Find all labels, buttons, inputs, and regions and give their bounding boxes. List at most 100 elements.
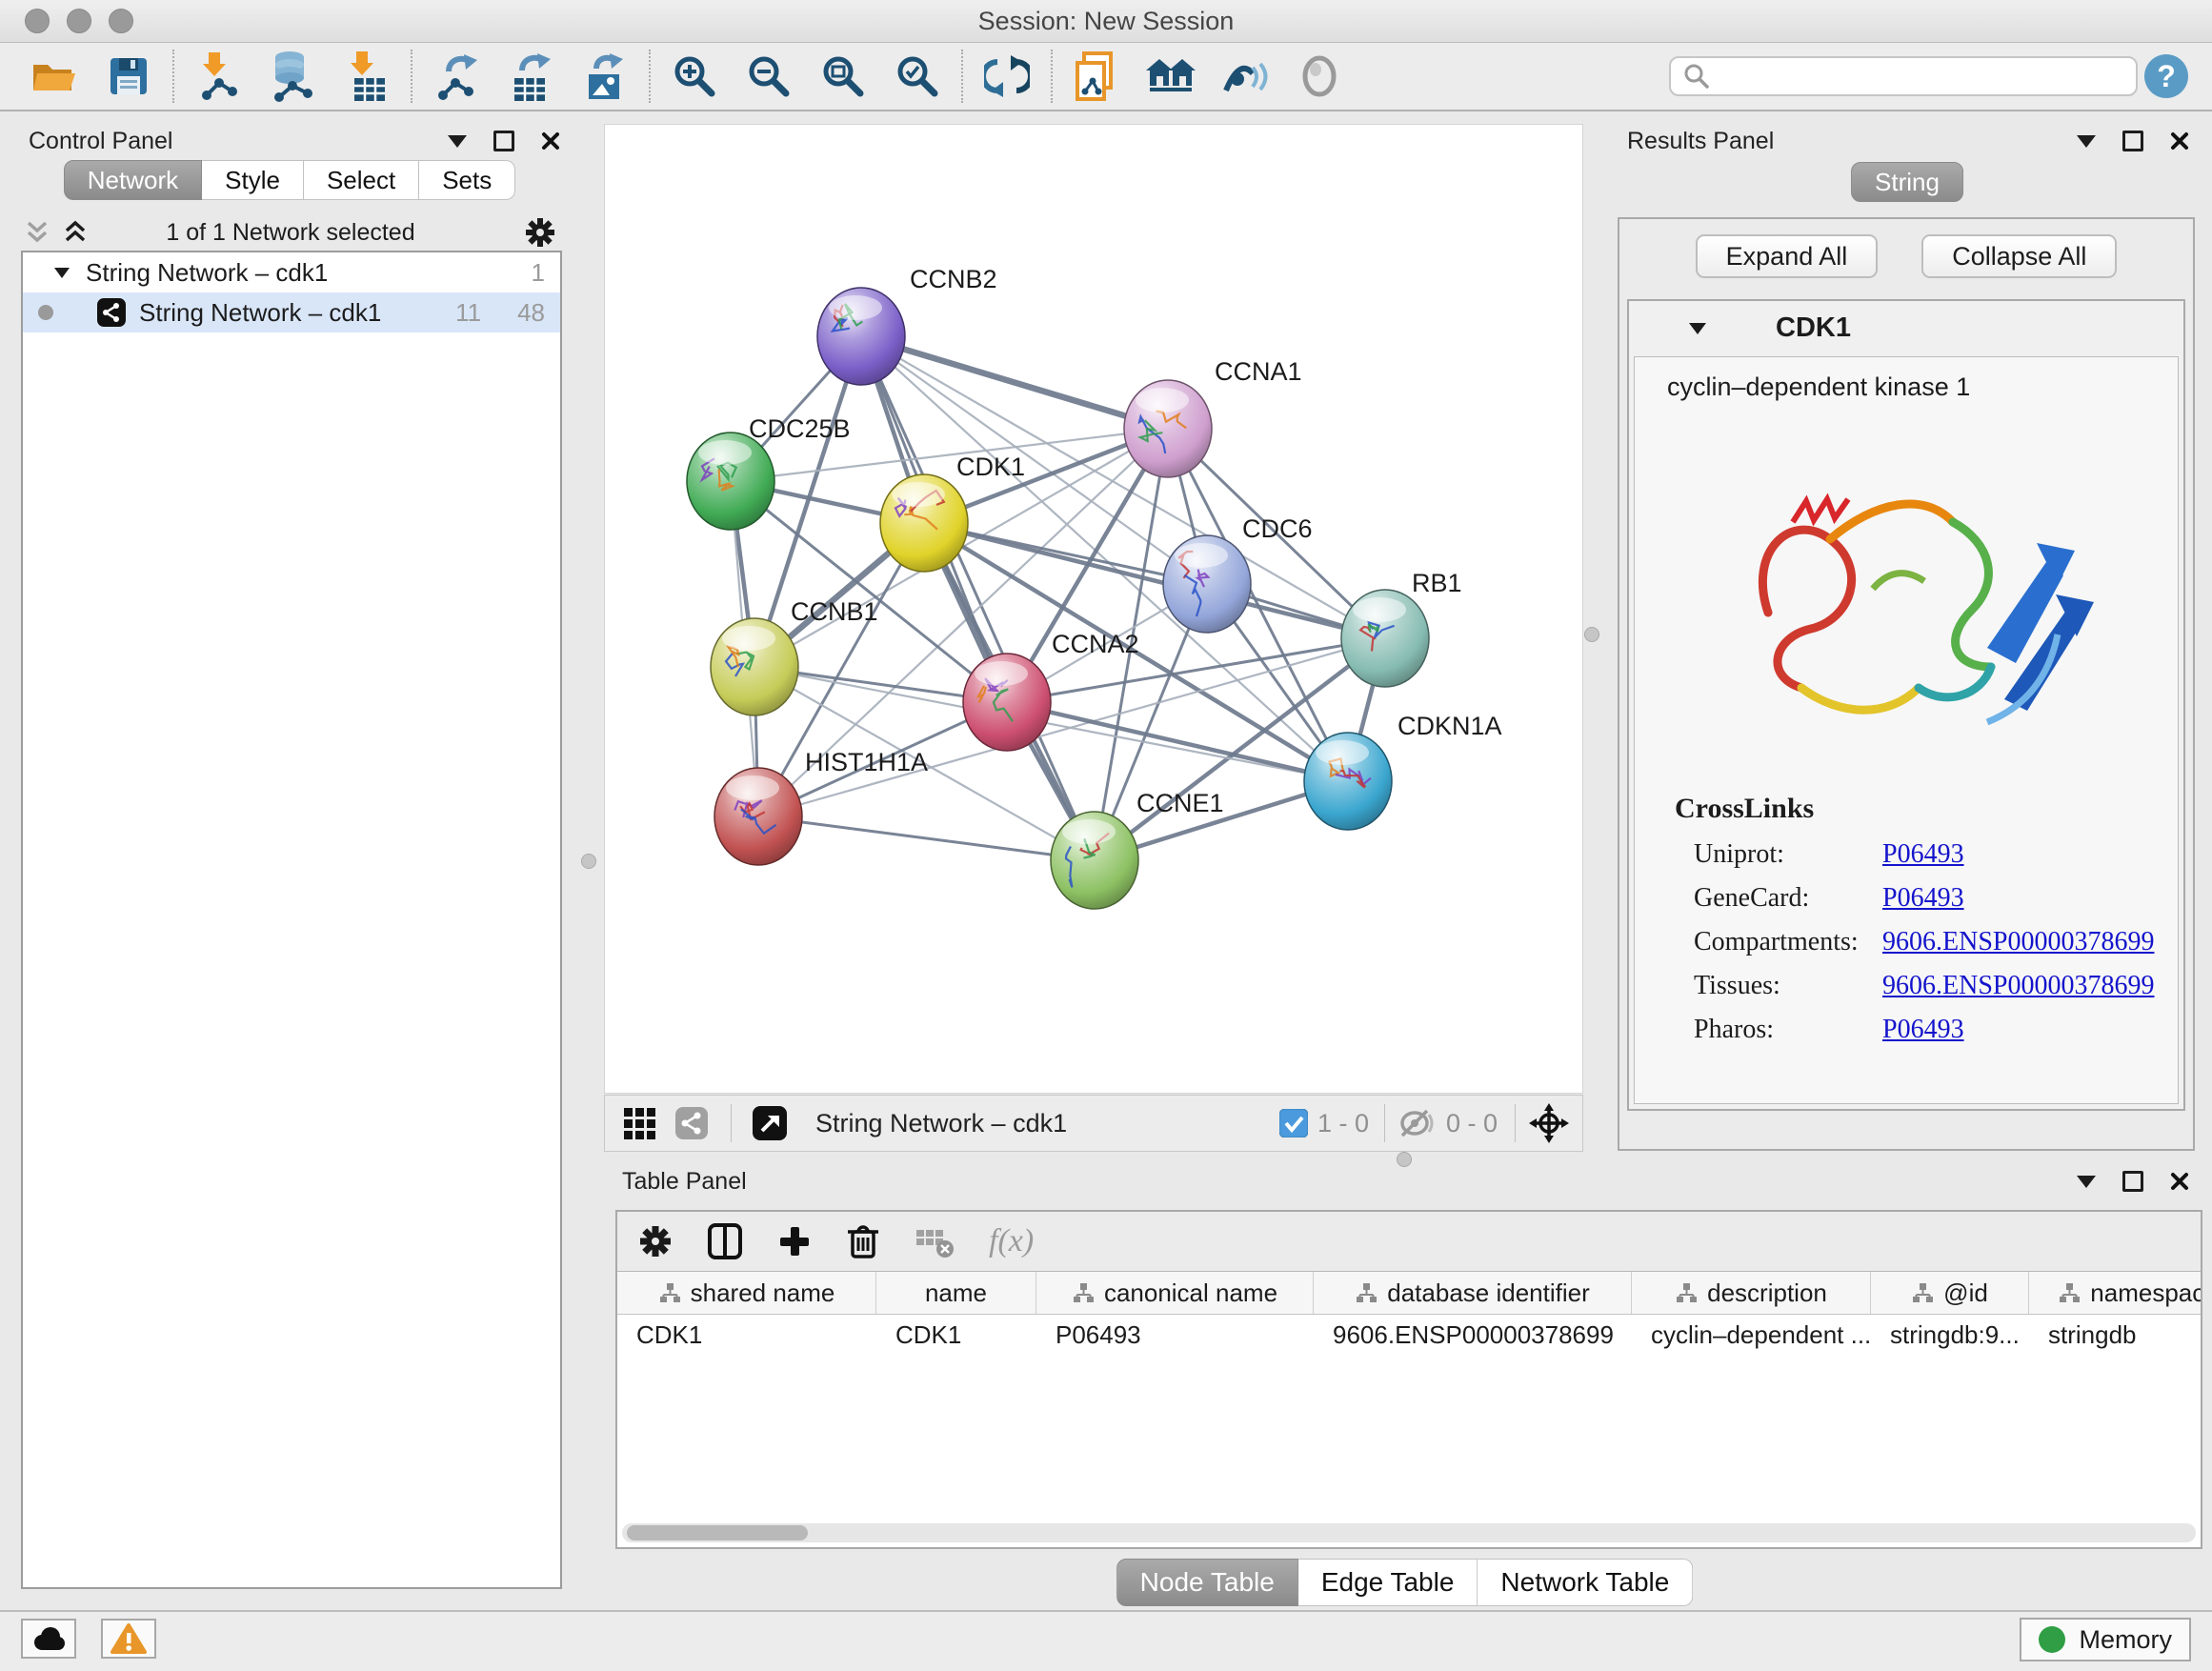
search-input[interactable] [1709,61,2124,92]
column-header-name[interactable]: name [876,1272,1036,1314]
network-node-ccnb1[interactable]: CCNB1 [711,597,878,715]
close-panel-icon[interactable] [541,131,560,151]
tab-edge-table[interactable]: Edge Table [1298,1559,1478,1606]
crosslink-link[interactable]: 9606.ENSP00000378699 [1882,971,2154,1001]
string-glass-effect-button[interactable] [1208,47,1282,106]
network-graph[interactable]: CCNB2CCNA1CDC25BCDK1CDC6RB1CCNB1CCNA2CDK… [605,125,1582,1093]
window-title: Session: New Session [0,0,2212,42]
network-node-ccne1[interactable]: CCNE1 [1051,789,1224,909]
help-button[interactable]: ? [2138,47,2195,106]
expand-all-button[interactable]: Expand All [1696,234,1879,278]
clone-network-button[interactable] [1059,47,1134,106]
network-options-gear-icon[interactable] [524,216,556,249]
selected-checkbox-icon[interactable] [1279,1109,1308,1137]
column-header-label: canonical name [1104,1278,1277,1308]
table-cell[interactable]: P06493 [1036,1315,1314,1355]
column-header-canonical-name[interactable]: canonical name [1036,1272,1314,1314]
table-cell[interactable]: CDK1 [617,1315,876,1355]
string-home-button[interactable] [1134,47,1208,106]
tab-string[interactable]: String [1851,162,1963,202]
import-table-file-button[interactable] [330,47,404,106]
collapse-all-button[interactable]: Collapse All [1921,234,2117,278]
column-header-description[interactable]: description [1632,1272,1871,1314]
grid-view-icon[interactable] [622,1106,656,1140]
column-header-namespace[interactable]: namespace [2029,1272,2201,1314]
panel-menu-icon[interactable] [2077,135,2096,148]
tab-sets[interactable]: Sets [419,160,515,200]
export-table-button[interactable] [493,47,568,106]
tab-style[interactable]: Style [202,160,304,200]
zoom-out-button[interactable] [732,47,806,106]
import-network-database-button[interactable] [255,47,330,106]
export-network-button[interactable] [419,47,493,106]
network-collection-row[interactable]: String Network – cdk1 1 [23,252,560,292]
network-node-hist1h1a[interactable]: HIST1H1A [714,748,928,865]
tab-network[interactable]: Network [64,160,202,200]
table-cell[interactable]: cyclin–dependent ... [1632,1315,1871,1355]
refresh-layout-icon [984,53,1030,99]
tab-select[interactable]: Select [304,160,419,200]
network-node-cdkn1a[interactable]: CDKN1A [1304,712,1502,830]
detach-view-icon[interactable] [753,1106,787,1140]
cloud-status-button[interactable] [21,1619,76,1659]
table-horizontal-scrollbar[interactable] [622,1523,2196,1542]
tab-network-table[interactable]: Network Table [1478,1559,1693,1606]
panel-menu-icon[interactable] [2077,1176,2096,1188]
float-panel-icon[interactable] [493,131,514,151]
node-count: 11 [455,298,481,328]
close-panel-icon[interactable] [2170,1172,2189,1191]
zoom-selected-button[interactable] [880,47,955,106]
apply-layout-button[interactable] [970,47,1044,106]
column-header-database-identifier[interactable]: database identifier [1314,1272,1632,1314]
tab-node-table[interactable]: Node Table [1116,1559,1298,1606]
crosslink-link[interactable]: 9606.ENSP00000378699 [1882,927,2154,957]
string-labels-button[interactable] [1282,47,1357,106]
export-image-button[interactable] [568,47,642,106]
network-row[interactable]: String Network – cdk1 11 48 [23,292,560,332]
table-tabs: Node Table Edge Table Network Table [1116,1559,1694,1606]
crosslink-link[interactable]: P06493 [1882,839,1964,870]
right-splitter-handle[interactable] [1584,627,1599,642]
gene-section-header[interactable]: CDK1 [1629,301,2183,354]
table-row[interactable]: CDK1CDK1P064939606.ENSP00000378699cyclin… [617,1315,2201,1355]
node-gloss-highlight [1316,740,1369,765]
panel-menu-icon[interactable] [448,135,467,148]
table-cell[interactable]: 9606.ENSP00000378699 [1314,1315,1632,1355]
table-cell[interactable]: stringdb:9... [1871,1315,2029,1355]
save-session-button[interactable] [91,47,166,106]
left-splitter-handle[interactable] [581,854,596,869]
section-expander-icon[interactable] [1688,321,1707,335]
control-panel-title: Control Panel [29,128,172,155]
network-node-rb1[interactable]: RB1 [1341,569,1462,687]
show-columns-icon[interactable] [707,1222,743,1260]
open-session-button[interactable] [17,47,91,106]
share-view-icon[interactable] [675,1107,708,1139]
close-panel-icon[interactable] [2170,131,2189,151]
network-node-ccna1[interactable]: CCNA1 [1124,357,1302,477]
crosslink-link[interactable]: P06493 [1882,883,1964,914]
network-node-cdk1[interactable]: CDK1 [880,453,1025,572]
table-options-gear-icon[interactable] [638,1224,673,1258]
table-cell[interactable]: CDK1 [876,1315,1036,1355]
network-canvas[interactable]: CCNB2CCNA1CDC25BCDK1CDC6RB1CCNB1CCNA2CDK… [604,124,1583,1094]
memory-button[interactable]: Memory [2020,1618,2191,1661]
collapse-all-icon[interactable] [25,219,50,246]
warnings-button[interactable] [101,1619,156,1659]
search-field[interactable] [1669,56,2138,96]
table-cell[interactable]: stringdb [2029,1315,2201,1355]
import-network-file-button[interactable] [181,47,255,106]
expand-all-icon[interactable] [63,219,88,246]
column-header--id[interactable]: @id [1871,1272,2029,1314]
create-column-icon[interactable] [777,1224,812,1258]
zoom-in-button[interactable] [657,47,732,106]
float-panel-icon[interactable] [2122,131,2143,151]
delete-column-icon[interactable] [846,1222,880,1260]
birdseye-toggle-icon[interactable] [1529,1103,1569,1143]
column-header-shared-name[interactable]: shared name [617,1272,876,1314]
collection-expander-icon[interactable] [53,266,70,279]
zoom-fit-button[interactable] [806,47,880,106]
crosslink-link[interactable]: P06493 [1882,1015,1964,1045]
clone-network-icon [1073,50,1120,103]
float-panel-icon[interactable] [2122,1171,2143,1192]
scrollbar-handle[interactable] [627,1525,808,1540]
